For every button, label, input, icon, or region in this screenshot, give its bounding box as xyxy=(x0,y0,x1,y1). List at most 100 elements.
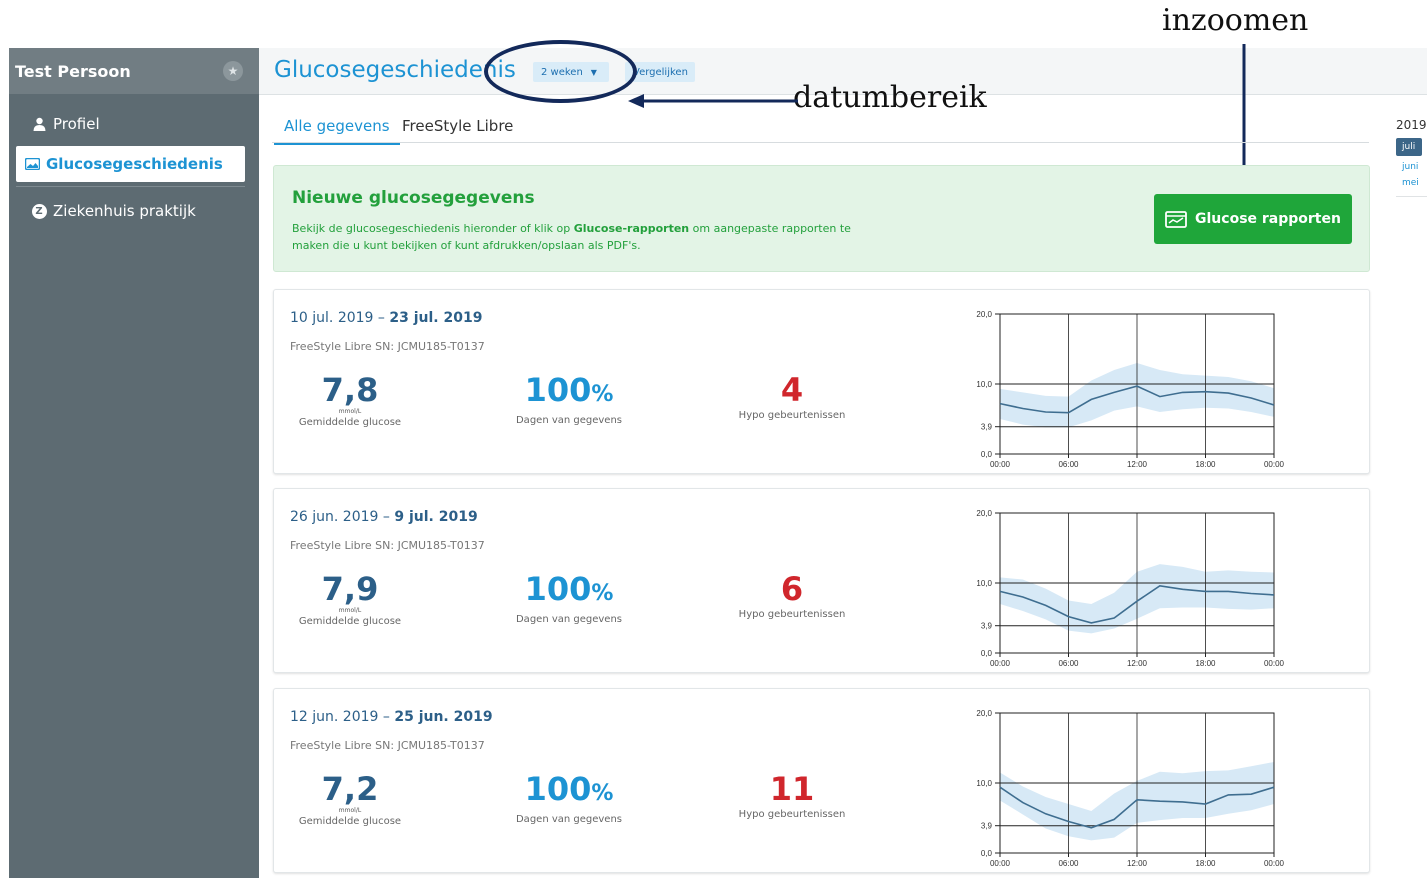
average-glucose-label: Gemiddelde glucose xyxy=(298,417,402,428)
x-tick-label: 06:00 xyxy=(1058,659,1079,668)
x-tick-label: 00:00 xyxy=(1264,460,1284,469)
glucose-reports-button[interactable]: Glucose rapporten xyxy=(1154,194,1352,244)
y-tick-label: 3,9 xyxy=(981,622,993,631)
sidebar-item-profiel[interactable]: Profiel xyxy=(9,106,259,142)
y-tick-label: 10,0 xyxy=(976,579,992,588)
report-icon xyxy=(1165,210,1187,228)
glucose-profile-chart[interactable]: 0,0 3,9 10,0 20,0 00:00 06:00 12:00 18:00 00:00 xyxy=(954,703,1284,868)
percent-sign: % xyxy=(591,781,614,806)
sidebar-nav: Profiel Glucosegeschiedenis Z Ziekenhuis… xyxy=(9,94,259,229)
days-of-data: 100% Dagen van gegevens xyxy=(504,372,634,426)
days-of-data: 100% Dagen van gegevens xyxy=(504,771,634,825)
y-tick-label: 3,9 xyxy=(981,822,993,831)
average-glucose-label: Gemiddelde glucose xyxy=(298,616,402,627)
unit-label: mmol/L xyxy=(338,807,362,814)
y-tick-label: 3,9 xyxy=(981,423,993,432)
percent-sign: % xyxy=(591,382,614,407)
x-tick-label: 00:00 xyxy=(990,460,1011,469)
y-tick-label: 0,0 xyxy=(981,450,993,459)
rail-year: 2019 xyxy=(1396,118,1427,132)
banner-title: Nieuwe glucosegegevens xyxy=(292,188,535,208)
y-tick-label: 20,0 xyxy=(976,310,992,319)
device-info: FreeStyle Libre SN: JCMU185-T0137 xyxy=(290,739,485,752)
rail-month-juli[interactable]: juli xyxy=(1396,138,1422,156)
hypo-label: Hypo gebeurtenissen xyxy=(738,609,846,620)
z-badge-icon: Z xyxy=(31,203,47,219)
average-glucose-value: 7,2 xyxy=(321,770,379,808)
page-title: Glucosegeschiedenis xyxy=(274,57,516,83)
divider xyxy=(16,186,245,187)
rail-month-mei[interactable]: mei xyxy=(1396,178,1427,188)
hypo-value: 4 xyxy=(780,371,804,409)
x-tick-label: 12:00 xyxy=(1127,659,1148,668)
device-info: FreeStyle Libre SN: JCMU185-T0137 xyxy=(290,340,485,353)
average-glucose: 7,2 mmol/L Gemiddelde glucose xyxy=(294,771,406,827)
glucose-profile-chart[interactable]: 0,0 3,9 10,0 20,0 00:00 06:00 12:00 18:00 00:00 xyxy=(954,304,1284,469)
x-tick-label: 00:00 xyxy=(990,659,1011,668)
y-tick-label: 10,0 xyxy=(976,380,992,389)
y-tick-label: 20,0 xyxy=(976,709,992,718)
average-glucose-value: 7,8 xyxy=(321,371,379,409)
days-value: 100 xyxy=(524,371,592,409)
y-tick-label: 0,0 xyxy=(981,849,993,858)
device-info: FreeStyle Libre SN: JCMU185-T0137 xyxy=(290,539,485,552)
tab-alle-gegevens[interactable]: Alle gegevens xyxy=(274,117,400,145)
days-value: 100 xyxy=(524,570,592,608)
month-rail: 2019 juli juni mei xyxy=(1396,118,1427,197)
sidebar-item-label: Glucosegeschiedenis xyxy=(46,155,223,173)
glucose-reports-label: Glucose rapporten xyxy=(1195,211,1341,227)
annotation-ellipse xyxy=(484,40,637,103)
person-icon xyxy=(31,117,47,131)
y-tick-label: 0,0 xyxy=(981,649,993,658)
annotation-inzoomen: inzoomen xyxy=(1162,3,1309,38)
sidebar-item-ziekenhuis[interactable]: Z Ziekenhuis praktijk xyxy=(9,193,259,229)
period-card[interactable]: 26 jun. 2019 – 9 jul. 2019 FreeStyle Lib… xyxy=(273,488,1370,673)
sidebar-item-glucosegeschiedenis[interactable]: Glucosegeschiedenis xyxy=(16,146,245,182)
sidebar-header: Test Persoon ★ xyxy=(9,48,259,94)
sidebar-item-label: Profiel xyxy=(53,115,100,133)
days-label: Dagen van gegevens xyxy=(515,415,623,426)
x-tick-label: 18:00 xyxy=(1195,859,1216,868)
hypo-value: 11 xyxy=(769,770,815,808)
x-tick-label: 06:00 xyxy=(1058,859,1079,868)
rail-month-juni[interactable]: juni xyxy=(1396,162,1427,172)
user-name: Test Persoon xyxy=(15,61,131,81)
hypo-label: Hypo gebeurtenissen xyxy=(738,410,846,421)
days-of-data: 100% Dagen van gegevens xyxy=(504,571,634,625)
x-tick-label: 00:00 xyxy=(990,859,1011,868)
unit-label: mmol/L xyxy=(338,607,362,614)
x-tick-label: 06:00 xyxy=(1058,460,1079,469)
sidebar-item-label: Ziekenhuis praktijk xyxy=(53,202,196,220)
x-tick-label: 00:00 xyxy=(1264,659,1284,668)
y-tick-label: 20,0 xyxy=(976,509,992,518)
sidebar: Test Persoon ★ Profiel Glucosegeschieden… xyxy=(9,48,259,878)
period-card[interactable]: 12 jun. 2019 – 25 jun. 2019 FreeStyle Li… xyxy=(273,688,1370,873)
period-card[interactable]: 10 jul. 2019 – 23 jul. 2019 FreeStyle Li… xyxy=(273,289,1370,474)
hypo-events: 11 Hypo gebeurtenissen xyxy=(724,771,860,820)
period-dates: 10 jul. 2019 – 23 jul. 2019 xyxy=(290,310,483,326)
average-glucose: 7,8 mmol/L Gemiddelde glucose xyxy=(294,372,406,428)
annotation-datumbereik: datumbereik xyxy=(793,80,987,115)
new-data-banner: Nieuwe glucosegegevens Bekijk de glucose… xyxy=(273,165,1370,272)
days-label: Dagen van gegevens xyxy=(515,814,623,825)
average-glucose: 7,9 mmol/L Gemiddelde glucose xyxy=(294,571,406,627)
unit-label: mmol/L xyxy=(338,408,362,415)
image-icon xyxy=(24,158,40,170)
average-glucose-value: 7,9 xyxy=(321,570,379,608)
x-tick-label: 00:00 xyxy=(1264,859,1284,868)
average-glucose-label: Gemiddelde glucose xyxy=(298,816,402,827)
period-dates: 12 jun. 2019 – 25 jun. 2019 xyxy=(290,709,493,725)
y-tick-label: 10,0 xyxy=(976,779,992,788)
glucose-profile-chart[interactable]: 0,0 3,9 10,0 20,0 00:00 06:00 12:00 18:00 00:00 xyxy=(954,503,1284,668)
x-tick-label: 12:00 xyxy=(1127,460,1148,469)
annotation-arrow-left xyxy=(628,94,798,108)
star-icon[interactable]: ★ xyxy=(223,61,243,81)
days-value: 100 xyxy=(524,770,592,808)
banner-text: Bekijk de glucosegeschiedenis hieronder … xyxy=(292,222,851,252)
banner-link: Glucose-rapporten xyxy=(573,222,690,235)
hypo-label: Hypo gebeurtenissen xyxy=(738,809,846,820)
divider xyxy=(1396,196,1427,197)
percent-sign: % xyxy=(591,581,614,606)
tab-freestyle-libre[interactable]: FreeStyle Libre xyxy=(402,117,513,135)
hypo-value: 6 xyxy=(780,570,804,608)
